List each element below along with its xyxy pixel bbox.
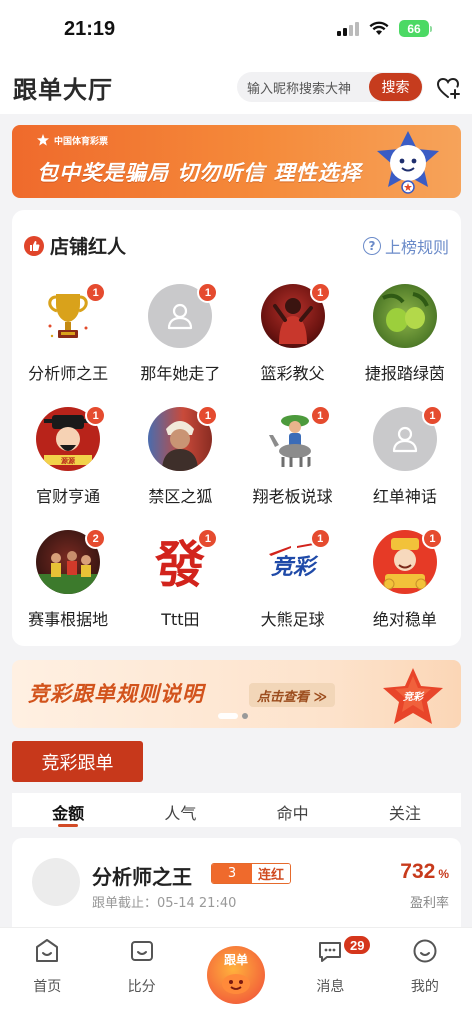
status-time: 21:19	[64, 18, 116, 40]
count-badge: 1	[309, 282, 331, 303]
page-title: 跟单大厅	[13, 76, 113, 104]
influencer-name: 捷报踏绿茵	[364, 364, 445, 383]
count-badge: 1	[421, 405, 443, 426]
message-count-badge: 29	[342, 934, 373, 956]
count-badge: 1	[85, 282, 107, 303]
influencer-item[interactable]: 1 禁区之狐	[124, 405, 236, 507]
warning-banner[interactable]: 中国体育彩票 包中奖是骗局 切勿听信 理性选择	[12, 125, 461, 198]
count-badge: 1	[421, 528, 443, 549]
influencer-item[interactable]: 捷报踏绿茵	[349, 284, 461, 384]
tab-amount[interactable]: 金额	[12, 793, 124, 827]
svg-text:源源: 源源	[61, 456, 75, 465]
influencer-name: 官财亨通	[36, 487, 101, 506]
view-rules-button[interactable]: 点击查看 ≫	[249, 683, 336, 707]
shop-section-header: 店铺红人	[24, 232, 126, 259]
influencer-item[interactable]: 1 翔老板说球	[237, 405, 349, 507]
bottom-navigation: 首页 比分 跟单 29 消息 我的	[0, 928, 472, 1024]
entry-deadline: 跟单截止：05-14 21:40	[92, 896, 237, 911]
count-badge: 2	[85, 528, 107, 549]
sort-tabs: 金额 人气 命中 关注	[12, 793, 461, 827]
lottery-star-icon	[37, 134, 49, 146]
influencer-item[interactable]: 1 那年她走了	[124, 282, 236, 384]
count-badge: 1	[197, 405, 219, 426]
status-bar: 21:19 66	[0, 0, 472, 62]
nav-mine[interactable]: 我的	[378, 928, 472, 1024]
influencer-item[interactable]: 1 分析师之王	[12, 282, 124, 384]
influencer-name: 那年她走了	[140, 364, 221, 383]
search-button[interactable]: 搜索	[369, 73, 422, 101]
ranking-rules-link[interactable]: ? 上榜规则	[362, 234, 449, 258]
influencer-name: Ttt田	[161, 610, 200, 629]
streak-badge: 3 连红	[211, 863, 292, 884]
entry-name: 分析师之王	[92, 865, 192, 889]
rules-banner[interactable]: 竞彩跟单规则说明 点击查看 ≫ 竞彩	[12, 660, 461, 728]
carousel-dots	[218, 713, 248, 719]
influencer-name: 分析师之王	[28, 364, 109, 383]
influencer-name: 绝对稳单	[372, 610, 437, 629]
influencer-name: 禁区之狐	[148, 487, 213, 506]
status-icons: 66	[337, 20, 432, 37]
influencer-name: 大熊足球	[260, 610, 325, 629]
influencer-item[interactable]: 2 赛事根据地	[12, 528, 124, 630]
influencer-name: 篮彩教父	[260, 364, 325, 383]
thumbs-up-icon	[24, 235, 44, 256]
message-bubble-icon	[319, 942, 342, 962]
nav-home[interactable]: 首页	[0, 928, 94, 1024]
follow-entry-row[interactable]: 分析师之王 3 连红 跟单截止：05-14 21:40 732% 盈利率	[12, 838, 461, 928]
influencer-item[interactable]: 1 绝对稳单	[349, 528, 461, 630]
count-badge: 1	[85, 405, 107, 426]
tab-following[interactable]: 关注	[349, 793, 461, 827]
follow-center-button[interactable]: 跟单	[207, 946, 266, 1004]
avatar	[32, 858, 80, 906]
question-icon: ?	[362, 237, 381, 255]
influencer-item[interactable]: 發 1 Ttt田	[124, 528, 236, 630]
influencer-item[interactable]: 源源 1 官财亨通	[12, 405, 124, 507]
tab-popularity[interactable]: 人气	[124, 793, 236, 827]
influencer-name: 翔老板说球	[252, 487, 333, 506]
svg-text:發: 發	[154, 536, 205, 594]
fruit-photo-avatar	[372, 284, 437, 348]
count-badge: 1	[309, 528, 331, 549]
nav-follow-center[interactable]: 跟单	[189, 928, 283, 1024]
search-bar[interactable]: 输入昵称搜索大神 搜索	[237, 72, 423, 102]
jingcai-follow-button[interactable]: 竞彩跟单	[12, 741, 143, 782]
influencer-name: 赛事根据地	[28, 610, 109, 629]
influencer-grid: 1 分析师之王 1 那年她走了 1 篮彩教父 捷报踏绿茵 源源 1 官财亨通 1…	[12, 282, 461, 630]
signal-icon	[337, 21, 359, 36]
mascot-face-icon	[222, 974, 251, 994]
home-face-icon	[36, 939, 59, 962]
influencer-item[interactable]: 竞彩 1 大熊足球	[237, 528, 349, 630]
profile-face-icon	[413, 939, 437, 963]
search-input[interactable]: 输入昵称搜索大神	[237, 78, 369, 97]
battery-icon: 66	[399, 20, 432, 37]
mascot-star-icon	[377, 131, 439, 194]
tab-hit-rate[interactable]: 命中	[237, 793, 349, 827]
count-badge: 1	[197, 528, 219, 549]
svg-text:竞彩: 竞彩	[271, 554, 319, 580]
profit-rate: 732%	[400, 860, 449, 883]
shop-influencers-card: 店铺红人 ? 上榜规则 1 分析师之王 1 那年她走了 1 篮彩教父 捷报踏绿茵…	[12, 210, 461, 646]
heart-add-icon[interactable]	[436, 76, 462, 100]
nav-score[interactable]: 比分	[94, 928, 188, 1024]
influencer-name: 红单神话	[372, 487, 437, 506]
shop-section-title: 店铺红人	[50, 236, 127, 258]
warning-banner-text: 包中奖是骗局 切勿听信 理性选择	[37, 161, 362, 185]
influencer-item[interactable]: 1 篮彩教父	[237, 282, 349, 384]
rules-banner-text: 竞彩跟单规则说明	[28, 682, 204, 706]
score-board-icon	[130, 941, 153, 961]
wifi-icon	[369, 21, 389, 35]
count-badge: 1	[197, 282, 219, 303]
star-logo-icon: 竞彩	[383, 668, 443, 724]
nav-messages[interactable]: 29 消息	[283, 928, 377, 1024]
lottery-logo: 中国体育彩票	[36, 133, 108, 147]
influencer-item[interactable]: 1 红单神话	[349, 405, 461, 507]
header: 跟单大厅 输入昵称搜索大神 搜索	[0, 62, 472, 114]
count-badge: 1	[309, 405, 331, 426]
profit-rate-label: 盈利率	[409, 896, 449, 911]
svg-text:竞彩: 竞彩	[403, 691, 425, 703]
